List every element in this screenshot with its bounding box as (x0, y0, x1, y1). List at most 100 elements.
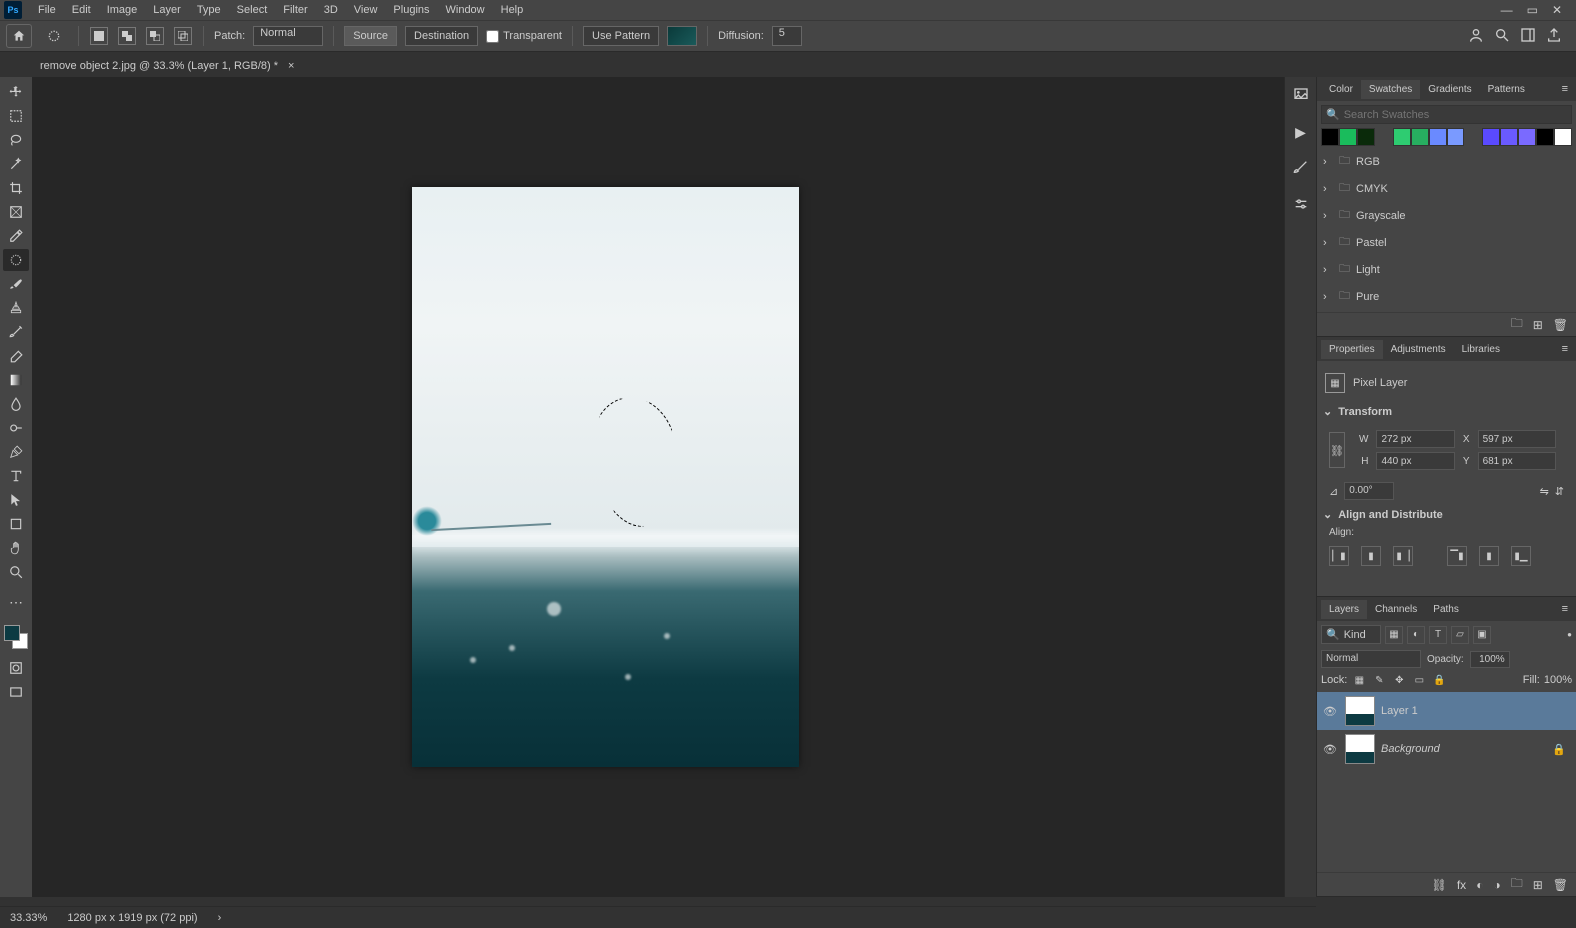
actions-panel-icon[interactable]: ▶ (1295, 124, 1306, 141)
adjustment-layer-icon[interactable]: ◑ (1493, 878, 1500, 892)
diffusion-value[interactable]: 5 (772, 26, 802, 46)
swatch-purple1[interactable] (1482, 128, 1500, 146)
tab-adjustments[interactable]: Adjustments (1383, 340, 1454, 359)
menu-select[interactable]: Select (229, 4, 276, 16)
swatch-green3[interactable] (1411, 128, 1429, 146)
document-canvas[interactable] (412, 187, 799, 767)
layer-thumbnail[interactable] (1345, 696, 1375, 726)
minimize-icon[interactable]: — (1501, 3, 1513, 17)
transform-section[interactable]: ⌄Transform (1321, 401, 1572, 422)
swatch-export-icon[interactable]: 🗀 (1511, 314, 1523, 335)
panel-menu-icon[interactable]: ≡ (1558, 343, 1572, 355)
add-selection-icon[interactable] (118, 27, 136, 45)
hand-tool[interactable] (3, 537, 29, 559)
history-panel-icon[interactable] (1293, 87, 1309, 106)
eyedropper-tool[interactable] (3, 225, 29, 247)
visibility-icon[interactable]: 👁 (1323, 743, 1339, 756)
delete-layer-icon[interactable]: 🗑 (1553, 878, 1568, 892)
width-field[interactable]: 272 px (1376, 430, 1454, 448)
blend-mode-dropdown[interactable]: Normal (1321, 650, 1421, 668)
pen-tool[interactable] (3, 441, 29, 463)
intersect-selection-icon[interactable] (174, 27, 192, 45)
tab-libraries[interactable]: Libraries (1454, 340, 1508, 359)
shape-tool[interactable] (3, 513, 29, 535)
layer-item[interactable]: 👁 Background 🔒 (1317, 730, 1576, 768)
brush-panel-icon[interactable] (1293, 159, 1309, 178)
swatch-folder-pastel[interactable]: ›🗀Pastel (1321, 229, 1572, 256)
swatch-folder-grayscale[interactable]: ›🗀Grayscale (1321, 202, 1572, 229)
cloud-user-icon[interactable] (1468, 27, 1484, 46)
x-field[interactable]: 597 px (1478, 430, 1556, 448)
home-icon[interactable] (6, 24, 32, 48)
menu-filter[interactable]: Filter (275, 4, 315, 16)
brush-tool[interactable] (3, 273, 29, 295)
transparent-checkbox[interactable]: Transparent (486, 30, 562, 43)
settings-panel-icon[interactable] (1293, 196, 1309, 215)
dodge-tool[interactable] (3, 417, 29, 439)
filter-pixel-icon[interactable]: ▦ (1385, 626, 1403, 644)
opacity-field[interactable]: 100% (1470, 651, 1510, 668)
close-tab-icon[interactable]: × (288, 60, 294, 72)
patch-mode-dropdown[interactable]: Normal (253, 26, 323, 46)
align-hcenter-icon[interactable]: ▮ (1361, 546, 1381, 566)
pattern-swatch[interactable] (667, 26, 697, 46)
align-bottom-icon[interactable]: ▮▁ (1511, 546, 1531, 566)
filter-toggle-icon[interactable]: ● (1567, 630, 1572, 639)
flip-horizontal-icon[interactable]: ⇋ (1540, 485, 1549, 498)
tab-patterns[interactable]: Patterns (1480, 80, 1533, 99)
swatch-green2[interactable] (1393, 128, 1411, 146)
move-tool[interactable] (3, 81, 29, 103)
swatch-search-input[interactable] (1344, 109, 1567, 121)
use-pattern-button[interactable]: Use Pattern (583, 26, 659, 46)
layer-thumbnail[interactable] (1345, 734, 1375, 764)
swatch-green[interactable] (1339, 128, 1357, 146)
menu-type[interactable]: Type (189, 4, 229, 16)
menu-file[interactable]: File (30, 4, 64, 16)
swatch-blue1[interactable] (1429, 128, 1447, 146)
swatch-black[interactable] (1321, 128, 1339, 146)
angle-field[interactable]: 0.00° (1344, 482, 1394, 500)
maximize-icon[interactable]: ▭ (1527, 3, 1538, 17)
lock-position-icon[interactable]: ✥ (1391, 672, 1407, 688)
link-wh-icon[interactable]: ⛓ (1329, 432, 1345, 468)
swatch-folder-light[interactable]: ›🗀Light (1321, 256, 1572, 283)
swatch-folder-cmyk[interactable]: ›🗀CMYK (1321, 175, 1572, 202)
menu-3d[interactable]: 3D (316, 4, 346, 16)
foreground-color-swatch[interactable] (4, 625, 20, 641)
share-icon[interactable] (1546, 27, 1562, 46)
crop-tool[interactable] (3, 177, 29, 199)
lock-icon[interactable]: 🔒 (1552, 743, 1570, 756)
type-tool[interactable] (3, 465, 29, 487)
tab-properties[interactable]: Properties (1321, 340, 1383, 359)
swatch-blue2[interactable] (1447, 128, 1465, 146)
screen-mode-icon[interactable] (3, 681, 29, 703)
layer-name[interactable]: Layer 1 (1381, 705, 1418, 717)
lock-all-icon[interactable]: 🔒 (1431, 672, 1447, 688)
visibility-icon[interactable]: 👁 (1323, 705, 1339, 718)
history-brush-tool[interactable] (3, 321, 29, 343)
clone-stamp-tool[interactable] (3, 297, 29, 319)
menu-help[interactable]: Help (493, 4, 532, 16)
blur-tool[interactable] (3, 393, 29, 415)
destination-button[interactable]: Destination (405, 26, 478, 46)
new-swatch-icon[interactable]: ⊞ (1533, 318, 1543, 332)
align-vcenter-icon[interactable]: ▮ (1479, 546, 1499, 566)
swatch-purple3[interactable] (1518, 128, 1536, 146)
align-left-icon[interactable]: ▏▮ (1329, 546, 1349, 566)
new-selection-icon[interactable] (90, 27, 108, 45)
height-field[interactable]: 440 px (1376, 452, 1454, 470)
filter-shape-icon[interactable]: ▱ (1451, 626, 1469, 644)
tab-paths[interactable]: Paths (1425, 600, 1467, 619)
flip-vertical-icon[interactable]: ⇵ (1555, 485, 1564, 498)
marquee-tool[interactable] (3, 105, 29, 127)
search-icon[interactable] (1494, 27, 1510, 46)
lock-artboard-icon[interactable]: ▭ (1411, 672, 1427, 688)
filter-type-icon[interactable]: T (1429, 626, 1447, 644)
menu-layer[interactable]: Layer (145, 4, 189, 16)
new-layer-icon[interactable]: ⊞ (1533, 878, 1543, 892)
lock-transparency-icon[interactable]: ▦ (1351, 672, 1367, 688)
y-field[interactable]: 681 px (1478, 452, 1556, 470)
tab-layers[interactable]: Layers (1321, 600, 1367, 619)
panel-menu-icon[interactable]: ≡ (1558, 83, 1572, 95)
swatch-white[interactable] (1554, 128, 1572, 146)
